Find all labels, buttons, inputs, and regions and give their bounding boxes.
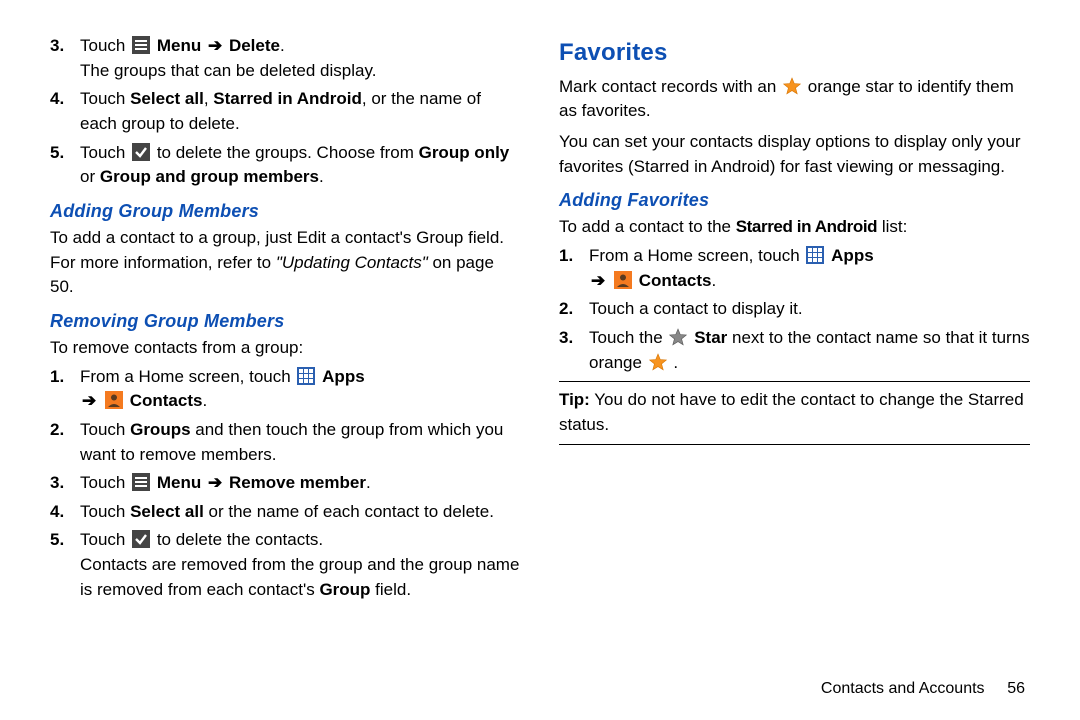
apps-icon [806,246,824,264]
right-column: Favorites Mark contact records with an o… [559,30,1030,606]
step-num: 3. [50,34,80,83]
check-icon [132,143,150,161]
step-num: 5. [50,141,80,190]
step-num: 4. [50,87,80,136]
step-3: 3. Touch Menu ➔ Delete. The groups that … [50,34,521,83]
steps-remove: 1. From a Home screen, touch Apps ➔ Cont… [50,365,521,603]
remove-step-4: 4. Touch Select all or the name of each … [50,500,521,525]
heading-favorites: Favorites [559,36,1030,71]
star-orange-icon [649,353,667,371]
heading-removing-group-members: Removing Group Members [50,308,521,334]
star-grey-icon [669,328,687,346]
divider [559,444,1030,445]
heading-adding-favorites: Adding Favorites [559,187,1030,213]
contacts-icon [105,391,123,409]
tip-block: Tip: You do not have to edit the contact… [559,388,1030,437]
remove-step-1: 1. From a Home screen, touch Apps ➔ Cont… [50,365,521,414]
star-orange-icon [783,77,801,95]
step-4: 4. Touch Select all, Starred in Android,… [50,87,521,136]
left-column: 3. Touch Menu ➔ Delete. The groups that … [50,30,521,606]
contacts-icon [614,271,632,289]
page-number: 56 [989,677,1025,700]
remove-intro: To remove contacts from a group: [50,336,521,361]
menu-icon [132,36,150,54]
steps-addfav: 1. From a Home screen, touch Apps ➔ Cont… [559,244,1030,375]
page-footer: Contacts and Accounts 56 [821,677,1025,700]
addfav-step-3: 3. Touch the Star next to the contact na… [559,326,1030,375]
footer-label: Contacts and Accounts [821,680,985,697]
remove-step-3: 3. Touch Menu ➔ Remove member. [50,471,521,496]
step-body: Touch Menu ➔ Delete. The groups that can… [80,34,521,83]
apps-icon [297,367,315,385]
divider [559,381,1030,382]
step-5: 5. Touch to delete the groups. Choose fr… [50,141,521,190]
steps-top: 3. Touch Menu ➔ Delete. The groups that … [50,34,521,190]
remove-step-5: 5. Touch to delete the contacts. Contact… [50,528,521,602]
addfav-step-2: 2. Touch a contact to display it. [559,297,1030,322]
add-group-paragraph: To add a contact to a group, just Edit a… [50,226,521,300]
heading-adding-group-members: Adding Group Members [50,198,521,224]
favorites-p1: Mark contact records with an orange star… [559,75,1030,124]
addfav-intro: To add a contact to the Starred in Andro… [559,215,1030,240]
step-body: Touch Select all, Starred in Android, or… [80,87,521,136]
addfav-step-1: 1. From a Home screen, touch Apps ➔ Cont… [559,244,1030,293]
favorites-p2: You can set your contacts display option… [559,130,1030,179]
remove-step-2: 2. Touch Groups and then touch the group… [50,418,521,467]
check-icon [132,530,150,548]
step-body: Touch to delete the groups. Choose from … [80,141,521,190]
menu-icon [132,473,150,491]
